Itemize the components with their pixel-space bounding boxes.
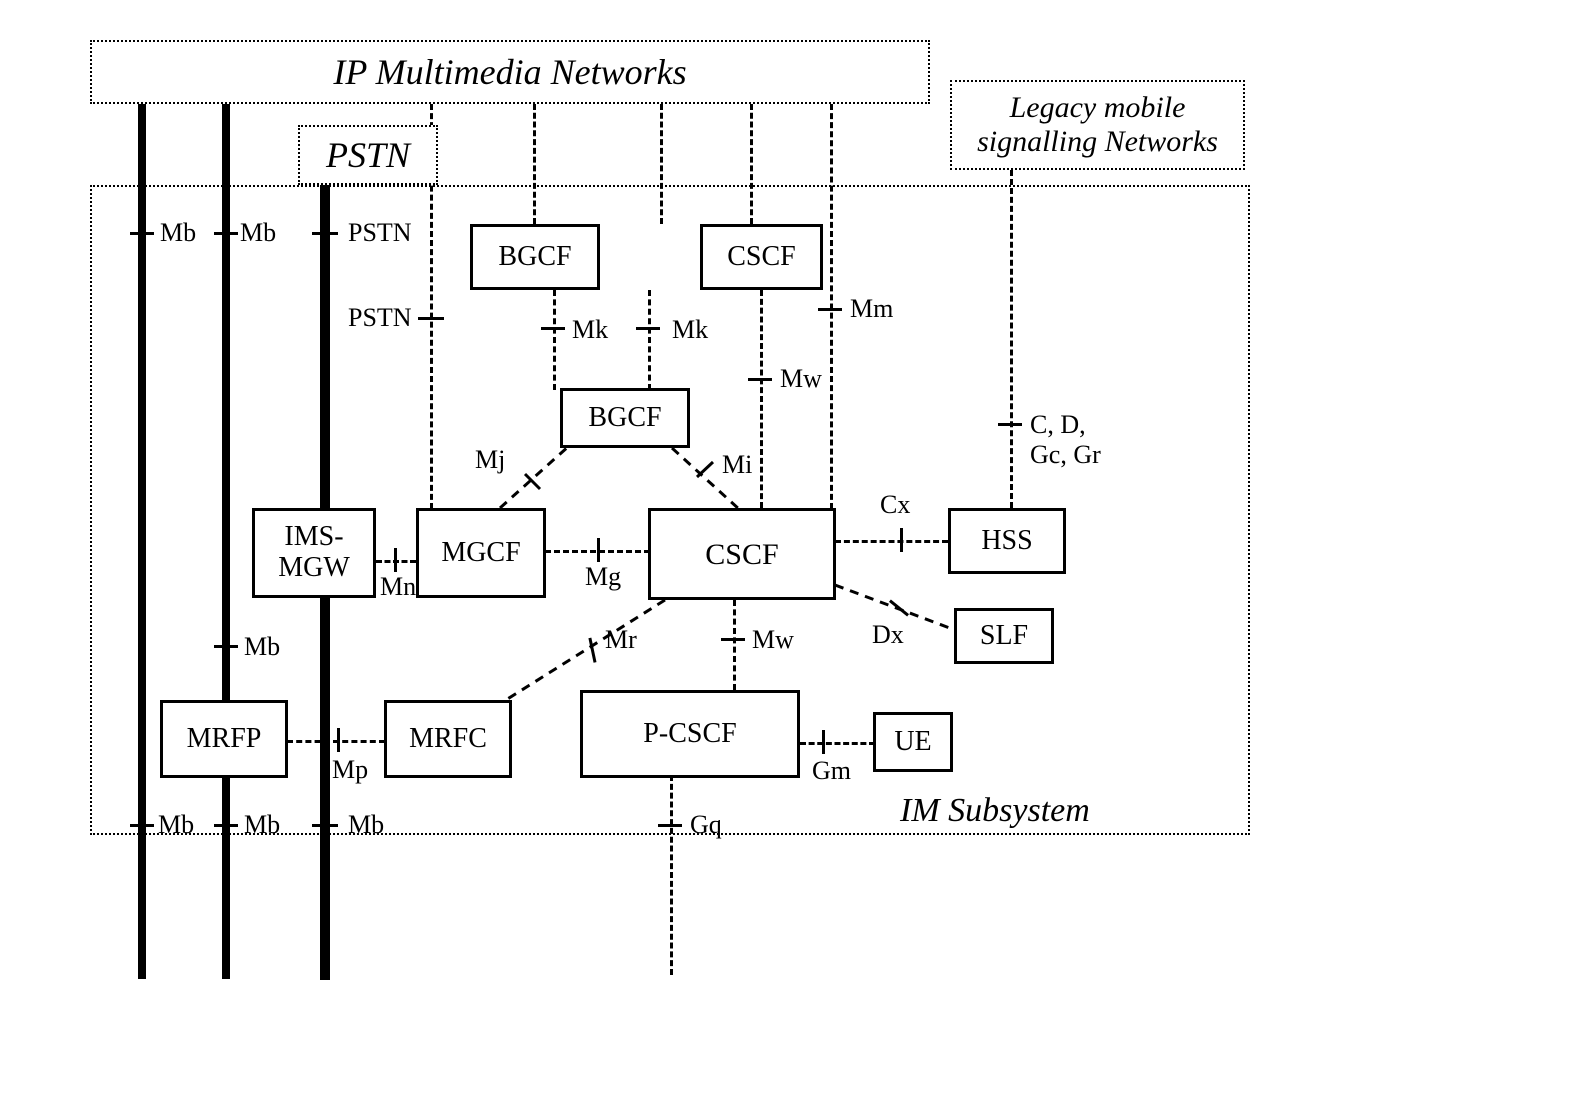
iface-mb6: Mb <box>348 810 384 840</box>
iface-pstn2: PSTN <box>348 303 412 333</box>
tick-mw2 <box>721 638 745 641</box>
im-subsystem-label: IM Subsystem <box>900 792 1090 830</box>
link-mrfp-mrfc-mp <box>287 740 385 743</box>
link-cscf-pcscf-mw <box>733 600 736 690</box>
tick-mn <box>394 548 397 572</box>
bearer-line-1 <box>138 104 146 979</box>
link-bgcf-top-v <box>533 104 536 224</box>
tick-mm <box>818 308 842 311</box>
iface-mj: Mj <box>475 445 505 475</box>
link-cscf-mw <box>760 290 763 508</box>
iface-mk2: Mk <box>672 315 708 345</box>
link-cscf-mm-v <box>830 104 833 509</box>
link-bgcf-top-v2 <box>660 104 663 224</box>
iface-mb1: Mb <box>160 218 196 248</box>
link-bgcf-mk2 <box>648 290 651 390</box>
iface-gq: Gq <box>690 810 722 840</box>
node-mrfc: MRFC <box>384 700 512 778</box>
region-legacy: Legacy mobile signalling Networks <box>950 80 1245 170</box>
iface-cx: Cx <box>880 490 910 520</box>
tick-mb1 <box>130 232 154 235</box>
node-bgcf-mid: BGCF <box>560 388 690 448</box>
link-pcscf-ue-gm <box>800 742 875 745</box>
tick-mb2 <box>214 232 238 235</box>
iface-pstn1: PSTN <box>348 218 412 248</box>
link-hss-legacy <box>1010 170 1013 508</box>
iface-dx: Dx <box>872 620 904 650</box>
tick-mb4 <box>130 824 154 827</box>
diagram-canvas: IP Multimedia Networks Legacy mobile sig… <box>0 0 1569 1099</box>
node-ims-mgw: IMS- MGW <box>252 508 376 598</box>
tick-mg <box>597 538 600 562</box>
iface-mw2: Mw <box>752 625 794 655</box>
tick-gm <box>822 730 825 754</box>
iface-mb4: Mb <box>158 810 194 840</box>
node-mgcf: MGCF <box>416 508 546 598</box>
bearer-line-2 <box>222 104 230 979</box>
tick-mk2 <box>636 327 660 330</box>
node-ue: UE <box>873 712 953 772</box>
link-cscf-top-v <box>750 104 753 224</box>
tick-gq <box>658 824 682 827</box>
iface-cd: C, D, Gc, Gr <box>1030 410 1101 470</box>
iface-mr: Mr <box>605 625 637 655</box>
region-pstn: PSTN <box>298 125 438 185</box>
iface-gm: Gm <box>812 756 851 786</box>
iface-mw1: Mw <box>780 364 822 394</box>
iface-mp: Mp <box>332 755 368 785</box>
tick-mk1 <box>541 327 565 330</box>
link-bgcf-mk1 <box>553 290 556 390</box>
node-cscf-main: CSCF <box>648 508 836 600</box>
tick-pstn2 <box>418 317 444 320</box>
region-ip-multimedia: IP Multimedia Networks <box>90 40 930 104</box>
node-slf: SLF <box>954 608 1054 664</box>
node-bgcf-top: BGCF <box>470 224 600 290</box>
tick-cd <box>998 423 1022 426</box>
tick-mb5 <box>214 824 238 827</box>
node-hss: HSS <box>948 508 1066 574</box>
link-cscf-hss-cx <box>835 540 948 543</box>
link-pcscf-gq <box>670 775 673 975</box>
tick-pstn1 <box>312 232 338 235</box>
iface-mn: Mn <box>380 572 416 602</box>
iface-mm: Mm <box>850 294 893 324</box>
iface-mg: Mg <box>585 562 621 592</box>
iface-mb5: Mb <box>244 810 280 840</box>
iface-mb2: Mb <box>240 218 276 248</box>
tick-mb3 <box>214 645 238 648</box>
tick-mb6 <box>312 824 338 827</box>
tick-mp <box>337 728 340 752</box>
iface-mk1: Mk <box>572 315 608 345</box>
node-mrfp: MRFP <box>160 700 288 778</box>
iface-mb3: Mb <box>244 632 280 662</box>
tick-cx <box>900 528 903 552</box>
iface-mi: Mi <box>722 450 752 480</box>
node-cscf-top: CSCF <box>700 224 823 290</box>
tick-mw1 <box>748 378 772 381</box>
node-p-cscf: P-CSCF <box>580 690 800 778</box>
